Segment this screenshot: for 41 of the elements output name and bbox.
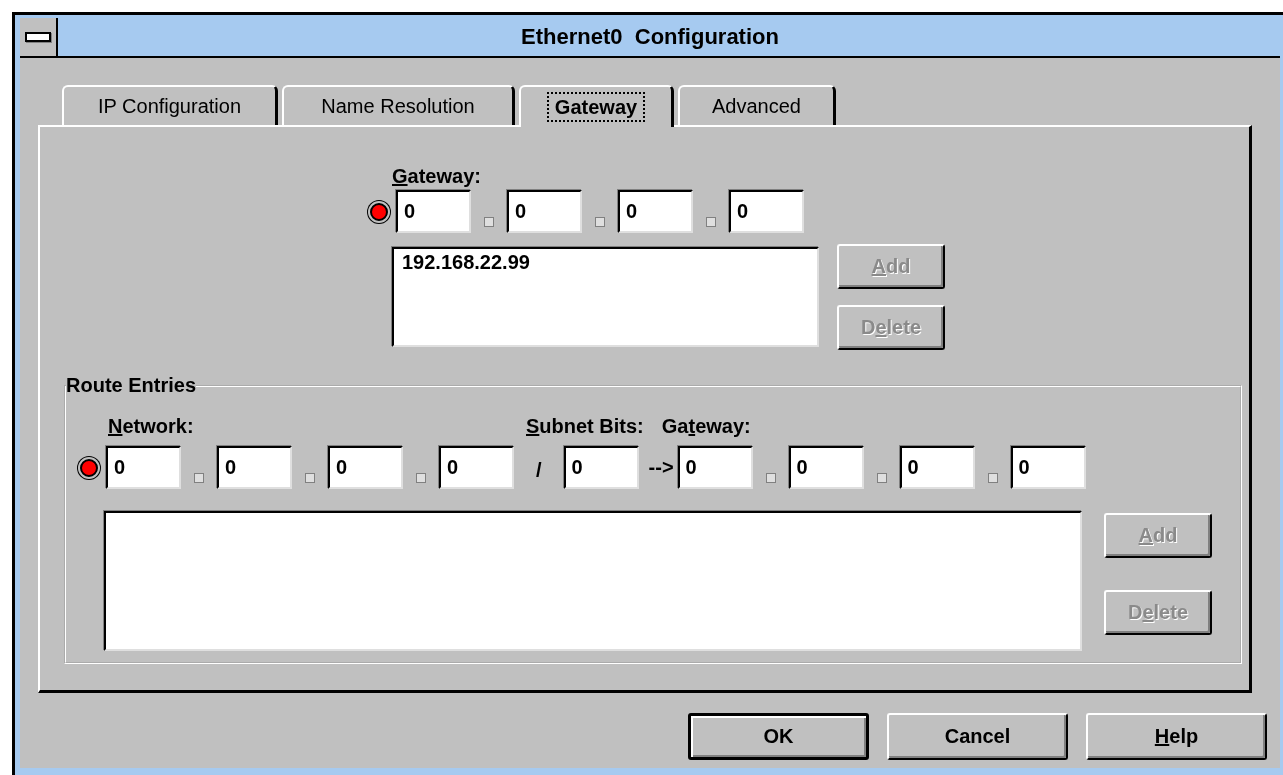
octet-field[interactable]: 0 [788, 446, 864, 489]
octet-field[interactable]: 0 [217, 446, 292, 489]
slash-text: / [536, 459, 542, 482]
network-label: Network: [108, 415, 195, 438]
octet-field[interactable]: 0 [396, 190, 471, 233]
octet-separator-icon [876, 472, 887, 483]
octet-field[interactable]: 0 [328, 446, 403, 489]
octet-separator-icon [765, 472, 776, 483]
octet-field[interactable]: 0 [507, 190, 582, 233]
radio-button[interactable] [80, 458, 98, 477]
list-item[interactable]: 192.168.22.99 [402, 251, 809, 274]
octet-field[interactable]: 0 [899, 446, 975, 489]
window-title: Ethernet0 Configuration [520, 24, 780, 50]
octet-separator-icon [194, 472, 204, 483]
octet-field[interactable]: 0 [439, 446, 514, 489]
octet-field[interactable]: 0 [729, 190, 804, 233]
octet-separator-icon [416, 472, 426, 483]
cancel-button[interactable]: Cancel [887, 713, 1068, 760]
octet-field[interactable]: 0 [677, 446, 753, 489]
octet-separator-icon [706, 216, 716, 227]
arrow-text: --> [648, 456, 674, 479]
octet-field[interactable]: 0 [1010, 446, 1086, 489]
help-button[interactable]: Help [1086, 713, 1267, 760]
octet-field[interactable]: 0 [618, 190, 693, 233]
ok-button[interactable]: OK [688, 713, 869, 760]
subnet-bits-label: Subnet Bits: [526, 415, 644, 438]
octet-separator-icon [595, 216, 605, 227]
tab[interactable]: Name Resolution [282, 85, 515, 125]
tab[interactable]: Advanced [678, 85, 836, 125]
octet-separator-icon [305, 472, 315, 483]
gateway-label: Gateway: [392, 165, 482, 188]
tab[interactable]: Gateway [519, 85, 674, 127]
octet-separator-icon [484, 216, 494, 227]
radio-button[interactable] [370, 202, 388, 221]
octet-separator-icon [987, 472, 998, 483]
tab[interactable]: IP Configuration [62, 85, 278, 125]
gateway-label: Gateway: [661, 415, 751, 438]
octet-field[interactable]: 0 [106, 446, 181, 489]
subnet-bits-field[interactable]: 0 [563, 446, 639, 489]
group-title: Route Entries [66, 374, 197, 397]
system-menu-button[interactable] [20, 18, 58, 56]
